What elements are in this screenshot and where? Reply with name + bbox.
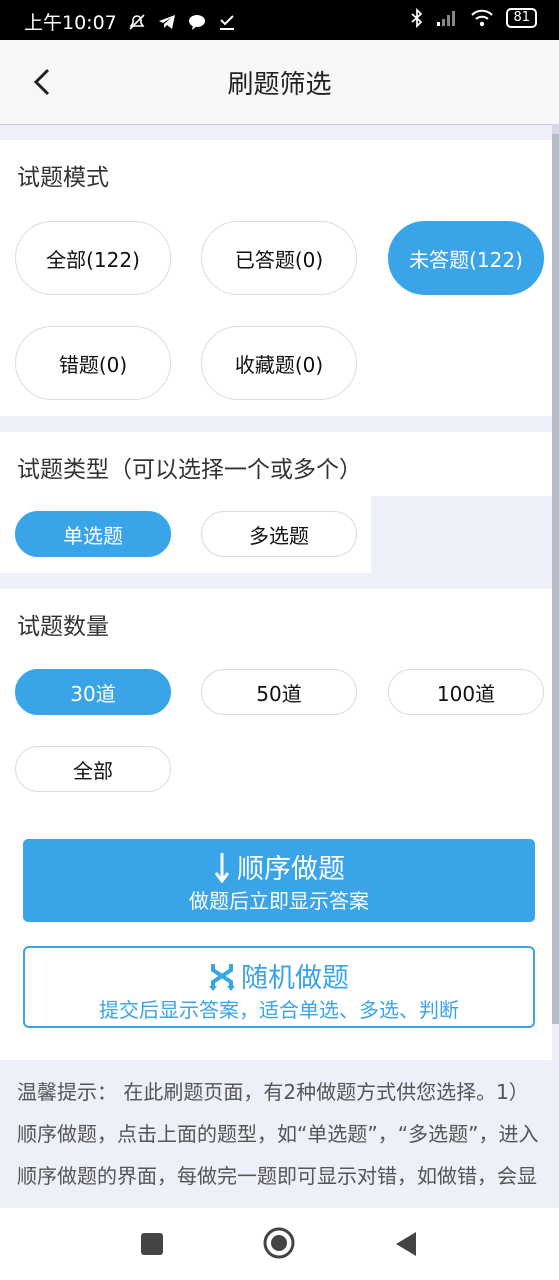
wifi-icon xyxy=(471,9,494,27)
arrow-down-icon xyxy=(214,852,230,883)
sequential-practice-subtitle: 做题后立即显示答案 xyxy=(189,889,369,913)
chat-icon xyxy=(188,14,205,30)
mode-option-wrong[interactable]: 错题(0) xyxy=(15,326,171,400)
sequential-practice-button[interactable]: 顺序做题 做题后立即显示答案 xyxy=(23,839,535,922)
count-option-50[interactable]: 50道 xyxy=(201,669,357,715)
telegram-icon xyxy=(158,14,175,29)
random-practice-subtitle: 提交后显示答案，适合单选、多选、判断 xyxy=(99,998,459,1022)
count-section-title: 试题数量 xyxy=(17,614,109,640)
scrollbar-thumb[interactable] xyxy=(552,134,559,1024)
mode-option-all[interactable]: 全部(122) xyxy=(15,221,171,295)
count-option-100[interactable]: 100道 xyxy=(388,669,544,715)
header: 刷题筛选 xyxy=(0,40,559,125)
random-practice-label: 随机做题 xyxy=(241,963,349,994)
sequential-practice-label: 顺序做题 xyxy=(237,854,345,885)
shuffle-icon xyxy=(209,963,235,991)
type-section: 试题类型（可以选择一个或多个） 单选题 多选题 xyxy=(0,432,552,573)
type-option-multiple[interactable]: 多选题 xyxy=(201,511,357,557)
download-done-icon xyxy=(219,14,234,30)
battery-icon: 81 xyxy=(506,8,537,28)
tips-text: 温馨提示： 在此刷题页面，有2种做题方式供您选择。1）顺序做题，点击上面的题型，… xyxy=(0,1060,559,1208)
count-option-all[interactable]: 全部 xyxy=(15,746,171,792)
mode-section: 试题模式 全部(122) 已答题(0) 未答题(122) 错题(0) 收藏题(0… xyxy=(0,140,552,416)
mode-option-unanswered[interactable]: 未答题(122) xyxy=(388,221,544,295)
navigation-bar xyxy=(0,1208,559,1280)
mode-option-favorites[interactable]: 收藏题(0) xyxy=(201,326,357,400)
type-option-single[interactable]: 单选题 xyxy=(15,511,171,557)
random-practice-button[interactable]: 随机做题 提交后显示答案，适合单选、多选、判断 xyxy=(23,946,535,1028)
recent-apps-icon[interactable] xyxy=(138,1230,166,1258)
signal-icon xyxy=(437,11,456,26)
status-time: 上午10:07 xyxy=(24,12,117,34)
home-icon[interactable] xyxy=(262,1226,296,1260)
page-title: 刷题筛选 xyxy=(227,70,332,100)
bluetooth-icon xyxy=(411,8,423,28)
notification-muted-icon xyxy=(129,13,145,30)
mode-option-answered[interactable]: 已答题(0) xyxy=(201,221,357,295)
type-section-title: 试题类型（可以选择一个或多个） xyxy=(17,457,362,483)
status-bar: 上午10:07 81 xyxy=(0,0,559,40)
mode-section-title: 试题模式 xyxy=(17,165,109,191)
count-option-30[interactable]: 30道 xyxy=(15,669,171,715)
back-nav-icon[interactable] xyxy=(392,1229,420,1259)
